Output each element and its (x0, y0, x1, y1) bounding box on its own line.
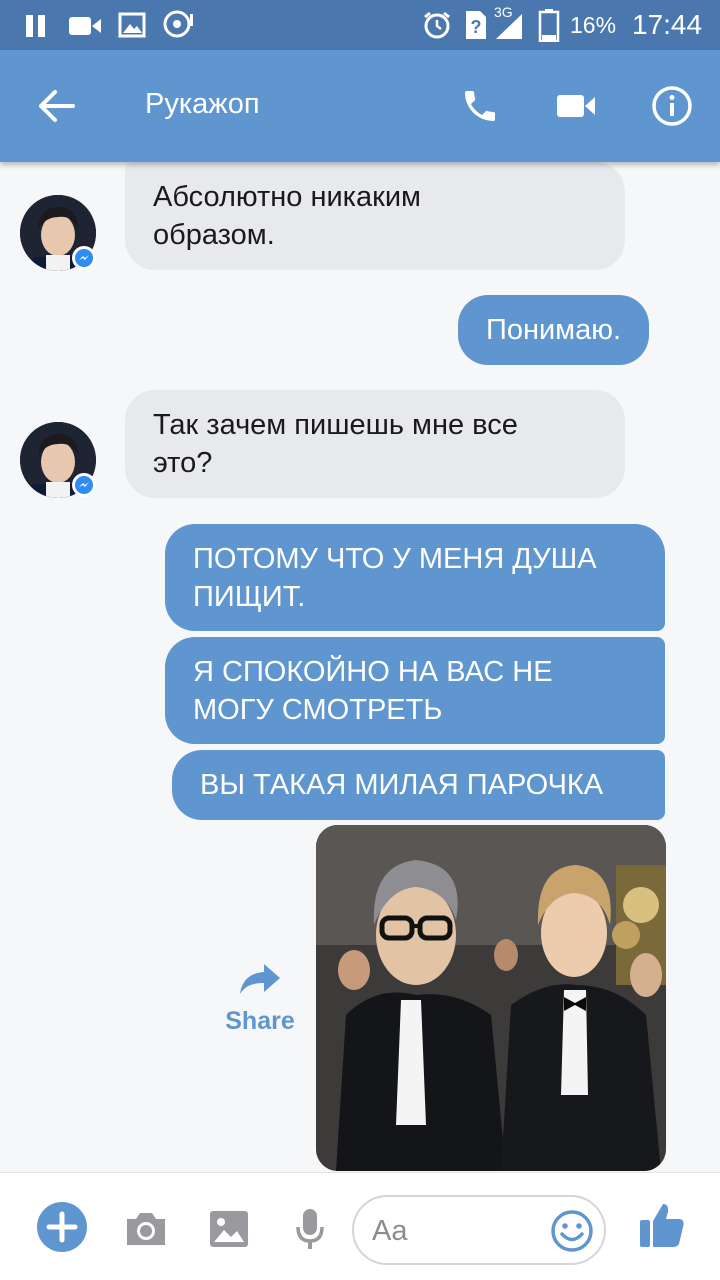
video-camera-icon (557, 95, 595, 117)
shared-photo[interactable] (316, 825, 666, 1171)
message-line: Понимаю. (486, 314, 622, 346)
camera-icon (127, 1213, 165, 1245)
more-actions-button[interactable] (36, 1201, 88, 1253)
info-button[interactable] (644, 78, 700, 134)
like-button[interactable] (636, 1199, 688, 1251)
voice-message-button[interactable] (284, 1203, 336, 1255)
svg-text:?: ? (471, 17, 482, 37)
message-line: ВЫ ТАКАЯ МИЛАЯ ПАРОЧКА (200, 769, 604, 801)
outgoing-message[interactable]: Я СПОКОЙНО НА ВАС НЕ МОГУ СМОТРЕТЬ (165, 637, 665, 744)
plus-icon (37, 1202, 87, 1252)
message-line: это? (153, 447, 213, 479)
message-composer (0, 1172, 720, 1280)
message-line: Так зачем пишешь мне все (153, 409, 518, 441)
video-call-button[interactable] (548, 78, 604, 134)
message-line: Абсолютно никаким (153, 181, 421, 213)
message-line: Я СПОКОЙНО НА ВАС НЕ (193, 655, 553, 688)
message-line: ПОТОМУ ЧТО У МЕНЯ ДУША (193, 542, 597, 575)
signal-icon (496, 14, 522, 39)
info-icon (652, 86, 692, 126)
conversation-header: Рукажоп (0, 50, 720, 162)
incoming-message[interactable]: Абсолютно никаким образом. (125, 162, 625, 270)
message-line: ПИЩИТ. (193, 580, 306, 613)
message-list[interactable]: Абсолютно никаким образом. Понимаю. Так з… (0, 162, 720, 1172)
messenger-badge-icon (72, 473, 96, 497)
phone-icon (465, 91, 495, 121)
message-input-container (352, 1195, 606, 1265)
message-line: образом. (153, 219, 275, 251)
incoming-message[interactable]: Так зачем пишешь мне все это? (125, 390, 625, 498)
share-button[interactable]: Share (222, 962, 298, 1036)
share-label: Share (225, 1007, 295, 1035)
messenger-badge-icon (72, 246, 96, 270)
video-call-notification-icon (69, 17, 101, 35)
thumbs-up-icon (640, 1204, 684, 1247)
camera-button[interactable] (120, 1203, 172, 1255)
outgoing-message[interactable]: ВЫ ТАКАЯ МИЛАЯ ПАРОЧКА (172, 750, 665, 820)
outgoing-message[interactable]: Понимаю. (458, 295, 650, 365)
back-arrow-icon (39, 90, 75, 122)
battery-percent: 16% (570, 12, 617, 38)
pause-icon (26, 15, 45, 37)
battery-icon (538, 9, 560, 42)
microphone-icon (296, 1209, 324, 1249)
voice-call-button[interactable] (452, 78, 508, 134)
gallery-notification-icon (118, 12, 146, 38)
image-icon (210, 1211, 248, 1247)
back-button[interactable] (28, 78, 84, 134)
sim-icon: ? (466, 11, 486, 39)
message-line: МОГУ СМОТРЕТЬ (193, 693, 443, 726)
alarm-icon (424, 11, 450, 39)
gallery-button[interactable] (203, 1203, 255, 1255)
message-input[interactable] (372, 1209, 542, 1253)
outgoing-message[interactable]: ПОТОМУ ЧТО У МЕНЯ ДУША ПИЩИТ. (165, 524, 665, 631)
vk-notification-icon (163, 10, 193, 38)
clock: 17:44 (632, 9, 703, 40)
emoji-icon[interactable] (550, 1209, 594, 1253)
contact-name[interactable]: Рукажоп (145, 88, 260, 121)
status-bar: ? 3G 16% 17:44 (0, 0, 720, 50)
share-arrow-icon (240, 964, 280, 994)
